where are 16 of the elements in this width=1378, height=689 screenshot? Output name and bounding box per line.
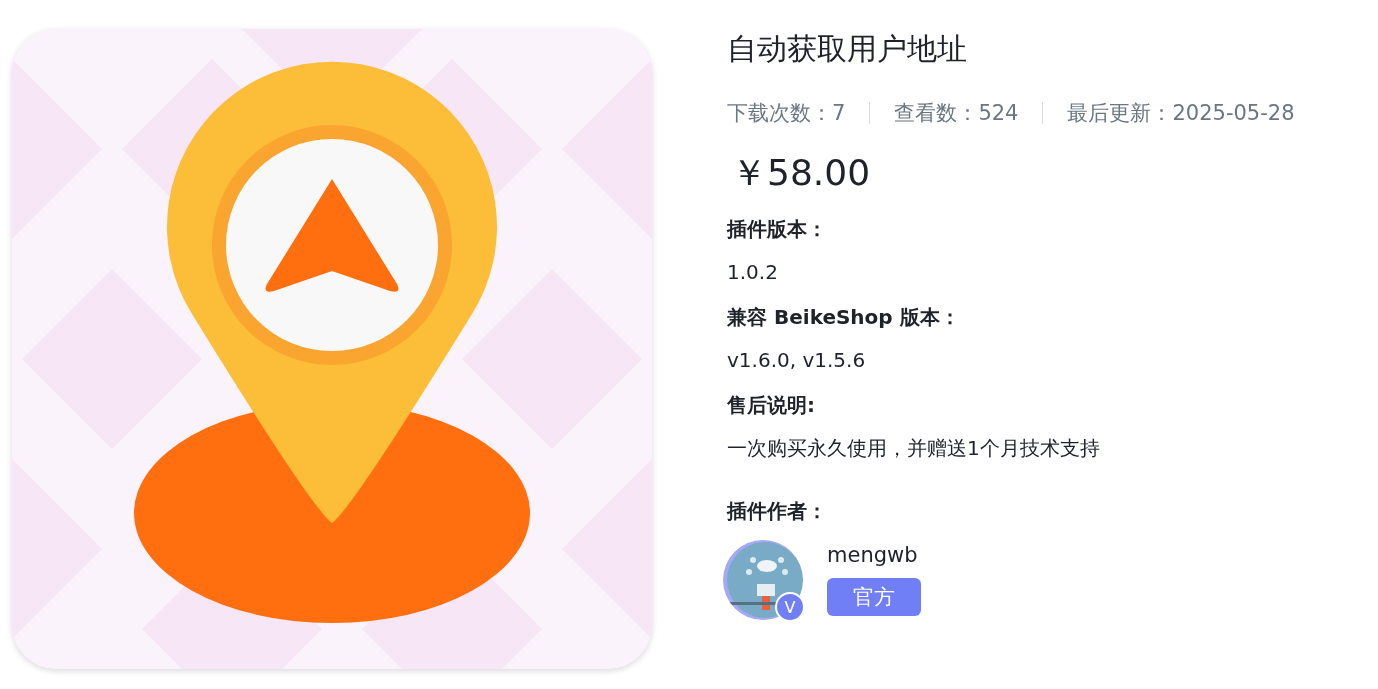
stat-text: 下载次数：7 (727, 100, 846, 127)
map-pin-icon (134, 62, 530, 623)
official-tag: 官方 (827, 578, 921, 616)
verified-badge: V (775, 592, 805, 622)
stat-text: 查看数：524 (894, 100, 1019, 127)
author-name: mengwb (827, 542, 918, 569)
stat-text: 最后更新：2025-05-28 (1067, 100, 1295, 127)
author-label: 插件作者： (727, 498, 827, 525)
spec-label: 兼容 BeikeShop 版本： (727, 304, 960, 331)
spec-value: 一次购买永久使用，并赠送1个月技术支持 (727, 435, 1100, 462)
spec-label: 插件版本： (727, 216, 827, 243)
spec-value: 1.0.2 (727, 259, 779, 286)
product-title: 自动获取用户地址 (727, 30, 967, 68)
price: ￥58.00 (731, 151, 871, 195)
spec-value: v1.6.0, v1.5.6 (727, 347, 867, 374)
spec-label: 售后说明: (727, 392, 816, 419)
